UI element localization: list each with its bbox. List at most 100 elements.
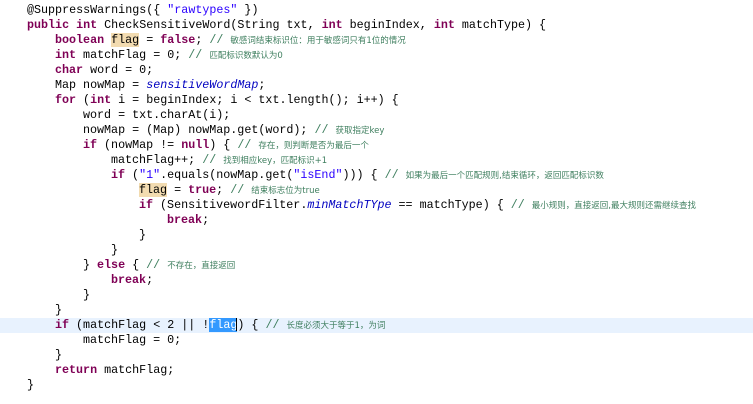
- code-text: ;: [146, 273, 154, 287]
- keyword: int: [90, 93, 112, 107]
- code-line[interactable]: if (matchFlag < 2 || !flag) { // 长度必须大于等…: [0, 318, 753, 333]
- keyword: int: [76, 18, 98, 32]
- code-text: }: [27, 378, 35, 392]
- code-line[interactable]: break;: [0, 213, 753, 228]
- code-line[interactable]: int matchFlag = 0; // 匹配标识数默认为0: [0, 48, 753, 63]
- comment-marker: //: [202, 153, 224, 167]
- code-text: beginIndex,: [342, 18, 434, 32]
- selected-text: flag: [209, 318, 238, 332]
- code-text: CheckSensitiveWord(String txt,: [97, 18, 322, 32]
- comment-text: 敏感词结束标识位：用于敏感词只有1位的情况: [230, 36, 406, 46]
- code-text: nowMap = (Map) nowMap.get(word);: [83, 123, 315, 137]
- code-editor[interactable]: @SuppressWarnings({ "rawtypes" }) public …: [0, 0, 753, 404]
- comment-marker: //: [510, 198, 532, 212]
- code-text: (SensitivewordFilter.: [153, 198, 308, 212]
- code-line[interactable]: public int CheckSensitiveWord(String txt…: [0, 18, 753, 33]
- keyword: for: [55, 93, 77, 107]
- code-text: =: [167, 183, 189, 197]
- comment-text: 获取指定key: [335, 126, 385, 136]
- code-line[interactable]: break;: [0, 273, 753, 288]
- code-text: }: [55, 303, 63, 317]
- code-line[interactable]: nowMap = (Map) nowMap.get(word); // 获取指定…: [0, 123, 753, 138]
- string-literal: "isEnd": [293, 168, 343, 182]
- code-line[interactable]: } else { // 不存在，直接返回: [0, 258, 753, 273]
- code-text: .equals(nowMap.get(: [160, 168, 294, 182]
- keyword: int: [55, 48, 77, 62]
- code-text: (: [76, 93, 91, 107]
- code-text: word = txt.charAt(i);: [83, 108, 231, 122]
- comment-marker: //: [265, 318, 287, 332]
- comment-marker: //: [384, 168, 406, 182]
- keyword: int: [321, 18, 343, 32]
- field-reference: sensitiveWordMap: [146, 78, 259, 92]
- occurrence-highlight: flag: [111, 33, 140, 47]
- code-line[interactable]: return matchFlag;: [0, 363, 753, 378]
- code-text: matchFlag = 0;: [83, 333, 182, 347]
- comment-text: 最小规则，直接返回,最大规则还需继续查找: [531, 201, 697, 211]
- keyword: true: [188, 183, 217, 197]
- code-text: (: [125, 168, 140, 182]
- code-line[interactable]: @SuppressWarnings({ "rawtypes" }): [0, 3, 753, 18]
- code-text: ) {: [237, 318, 266, 332]
- keyword: public: [27, 18, 70, 32]
- code-text: word = 0;: [83, 63, 154, 77]
- code-line[interactable]: }: [0, 243, 753, 258]
- code-text: (nowMap !=: [97, 138, 182, 152]
- code-line[interactable]: char word = 0;: [0, 63, 753, 78]
- code-line[interactable]: }: [0, 228, 753, 243]
- field-reference: minMatchTYpe: [307, 198, 392, 212]
- code-text: matchType) {: [454, 18, 547, 32]
- comment-text: 结束标志位为true: [251, 186, 320, 196]
- code-text: }): [237, 3, 259, 17]
- code-line[interactable]: word = txt.charAt(i);: [0, 108, 753, 123]
- code-line[interactable]: for (int i = beginIndex; i < txt.length(…: [0, 93, 753, 108]
- code-text: }: [55, 348, 63, 362]
- code-text: {: [125, 258, 147, 272]
- code-line[interactable]: flag = true; // 结束标志位为true: [0, 183, 753, 198]
- keyword: false: [160, 33, 196, 47]
- code-line[interactable]: if (SensitivewordFilter.minMatchTYpe == …: [0, 198, 753, 213]
- comment-marker: //: [237, 138, 259, 152]
- code-text: ))) {: [342, 168, 385, 182]
- code-text: ;: [258, 78, 266, 92]
- code-line[interactable]: boolean flag = false; // 敏感词结束标识位：用于敏感词只…: [0, 33, 753, 48]
- comment-marker: //: [146, 258, 168, 272]
- code-text: matchFlag++;: [111, 153, 203, 167]
- code-line[interactable]: if ("1".equals(nowMap.get("isEnd"))) { /…: [0, 168, 753, 183]
- code-text: == matchType) {: [391, 198, 511, 212]
- code-text: }: [83, 288, 91, 302]
- code-line[interactable]: }: [0, 303, 753, 318]
- code-line[interactable]: }: [0, 348, 753, 363]
- code-text: (matchFlag < 2 || !: [69, 318, 210, 332]
- keyword: if: [55, 318, 70, 332]
- code-text: matchFlag;: [97, 363, 175, 377]
- code-text: ;: [216, 183, 231, 197]
- code-text: ;: [195, 33, 210, 47]
- code-text: matchFlag = 0;: [76, 48, 189, 62]
- code-text: }: [111, 243, 119, 257]
- code-line[interactable]: if (nowMap != null) { // 存在，则判断是否为最后一个: [0, 138, 753, 153]
- keyword: if: [139, 198, 154, 212]
- comment-marker: //: [314, 123, 336, 137]
- code-line[interactable]: Map nowMap = sensitiveWordMap;: [0, 78, 753, 93]
- code-line[interactable]: matchFlag = 0;: [0, 333, 753, 348]
- comment-marker: //: [209, 33, 231, 47]
- code-line[interactable]: }: [0, 288, 753, 303]
- keyword: if: [111, 168, 126, 182]
- keyword: return: [55, 363, 98, 377]
- comment-text: 存在，则判断是否为最后一个: [258, 141, 369, 151]
- code-text: i = beginIndex; i < txt.length(); i++) {: [111, 93, 399, 107]
- occurrence-highlight: flag: [139, 183, 168, 197]
- keyword: boolean: [55, 33, 105, 47]
- string-literal: "1": [139, 168, 161, 182]
- keyword: if: [83, 138, 98, 152]
- keyword: null: [181, 138, 210, 152]
- comment-text: 长度必须大于等于1，为词: [286, 321, 386, 331]
- code-line[interactable]: }: [0, 378, 753, 393]
- code-text: }: [83, 258, 98, 272]
- code-line[interactable]: matchFlag++; // 找到相应key，匹配标识+1: [0, 153, 753, 168]
- code-text: @SuppressWarnings({: [27, 3, 168, 17]
- comment-text: 找到相应key，匹配标识+1: [223, 156, 328, 166]
- code-text: Map nowMap =: [55, 78, 147, 92]
- keyword: break: [111, 273, 147, 287]
